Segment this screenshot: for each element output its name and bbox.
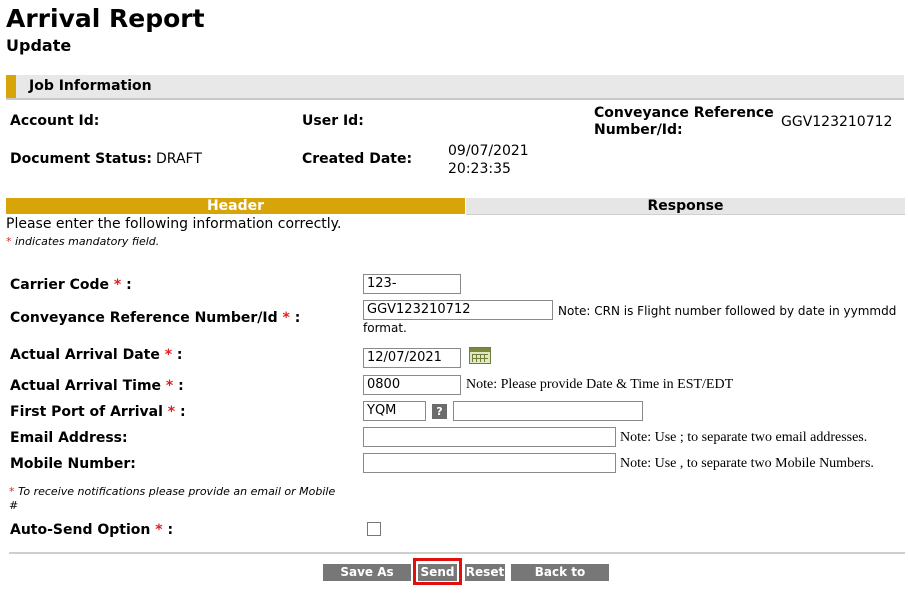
crn-input[interactable]: GGV123210712 <box>363 300 553 320</box>
conveyance-label-line2: Number/Id: <box>594 122 683 138</box>
back-to-search-button[interactable]: Back to Search <box>511 564 609 596</box>
auto-send-label: Auto-Send Option * : <box>10 522 174 538</box>
job-information-bar: Job Information <box>6 75 904 100</box>
carrier-code-input[interactable]: 123- <box>363 274 461 294</box>
email-input[interactable] <box>363 427 616 447</box>
created-date-line2: 20:23:35 <box>448 161 511 177</box>
document-status-value: DRAFT <box>156 151 202 167</box>
mandatory-note-text: indicates mandatory field. <box>11 235 160 248</box>
arrival-date-label: Actual Arrival Date * : <box>10 347 183 363</box>
arrival-time-note: Note: Please provide Date & Time in EST/… <box>466 377 734 392</box>
job-information-title: Job Information <box>29 78 152 94</box>
mobile-label: Mobile Number: <box>10 456 136 472</box>
divider <box>9 552 905 554</box>
carrier-code-label: Carrier Code * : <box>10 277 132 293</box>
tab-response[interactable]: Response <box>466 198 905 215</box>
created-date-label: Created Date: <box>302 151 413 167</box>
arrival-time-input[interactable]: 0800 <box>363 375 461 395</box>
reset-button[interactable]: Reset <box>465 564 505 581</box>
page-subtitle: Update <box>6 36 72 55</box>
email-label: Email Address: <box>10 430 128 446</box>
crn-label: Conveyance Reference Number/Id * : <box>10 310 301 326</box>
account-id-label: Account Id: <box>10 113 100 129</box>
tab-header[interactable]: Header <box>6 198 465 214</box>
email-note: Note: Use ; to separate two email addres… <box>620 430 868 445</box>
created-date-line1: 09/07/2021 <box>448 143 529 159</box>
port-label: First Port of Arrival * : <box>10 404 186 420</box>
mobile-input[interactable] <box>363 453 616 473</box>
mandatory-note: * indicates mandatory field. <box>6 235 159 248</box>
user-id-label: User Id: <box>302 113 364 129</box>
crn-note-line1: Note: CRN is Flight number followed by d… <box>558 304 897 318</box>
save-as-draft-button[interactable]: Save As Draft <box>323 564 411 596</box>
arrival-date-input[interactable]: 12/07/2021 <box>363 348 461 368</box>
send-button[interactable]: Send <box>418 564 457 581</box>
auto-send-checkbox[interactable] <box>367 522 381 536</box>
document-status-label: Document Status: <box>10 151 152 167</box>
port-input[interactable]: YQM <box>363 401 426 421</box>
conveyance-label-line1: Conveyance Reference <box>594 105 774 121</box>
instructions-text: Please enter the following information c… <box>6 216 342 232</box>
mobile-note: Note: Use , to separate two Mobile Numbe… <box>620 456 874 471</box>
conveyance-value: GGV123210712 <box>781 114 893 130</box>
section-accent <box>6 75 16 98</box>
calendar-icon[interactable] <box>469 347 491 364</box>
notification-note: * To receive notifications please provid… <box>9 485 336 512</box>
page-title: Arrival Report <box>6 4 205 33</box>
port-description-input[interactable] <box>453 401 643 421</box>
crn-note-line2: format. <box>363 321 407 335</box>
help-icon[interactable]: ? <box>432 404 447 419</box>
arrival-time-label: Actual Arrival Time * : <box>10 378 184 394</box>
